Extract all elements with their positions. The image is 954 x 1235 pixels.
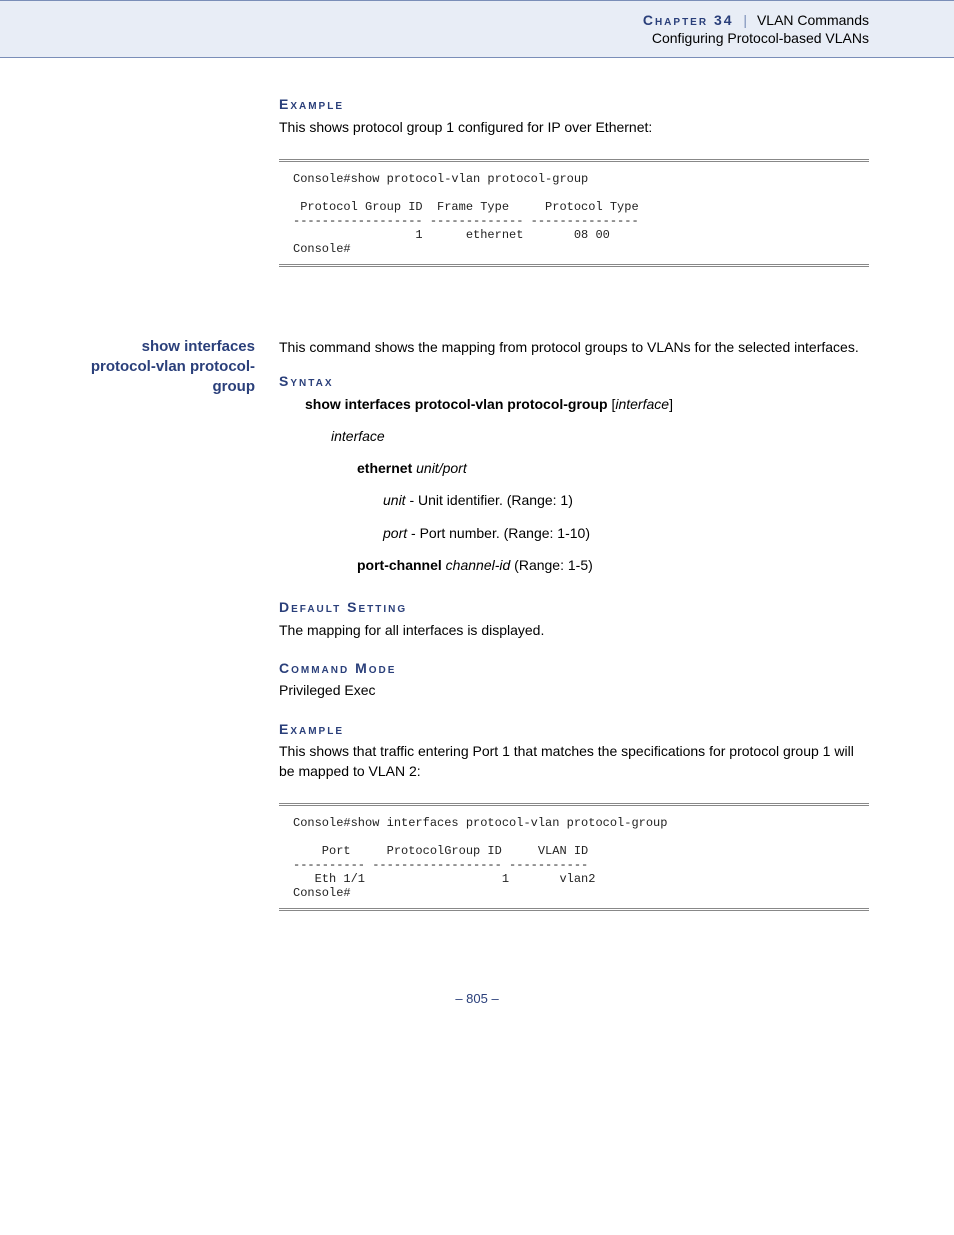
- syntax-pc-desc: (Range: 1-5): [510, 557, 592, 573]
- code-block: Console#show protocol-vlan protocol-grou…: [279, 159, 869, 267]
- command-mode-text: Privileged Exec: [279, 680, 869, 700]
- command-name: show interfaces protocol-vlan protocol-g…: [85, 337, 255, 799]
- command-description: This command shows the mapping from prot…: [279, 337, 869, 357]
- chapter-subtitle: Configuring Protocol-based VLANs: [0, 29, 869, 47]
- syntax-port-desc: - Port number. (Range: 1-10): [407, 525, 590, 541]
- code-block-2: Console#show interfaces protocol-vlan pr…: [279, 803, 869, 911]
- syntax-interface-arg: interface: [615, 396, 669, 412]
- syntax-ethernet: ethernet: [357, 460, 412, 476]
- syntax-unit-port: unit/port: [412, 460, 466, 476]
- syntax-port: port: [383, 525, 407, 541]
- default-setting-text: The mapping for all interfaces is displa…: [279, 620, 869, 640]
- syntax-unit-desc: - Unit identifier. (Range: 1): [406, 492, 573, 508]
- example2-heading: Example: [279, 719, 869, 739]
- default-setting-heading: Default Setting: [279, 597, 869, 617]
- syntax-block: show interfaces protocol-vlan protocol-g…: [279, 394, 869, 576]
- page-header: Chapter 34 | VLAN Commands Configuring P…: [0, 0, 954, 58]
- syntax-bracket-close: ]: [669, 396, 673, 412]
- page-number: – 805 –: [0, 981, 954, 1036]
- command-mode-heading: Command Mode: [279, 658, 869, 678]
- example-heading: Example: [279, 94, 869, 114]
- chapter-title: VLAN Commands: [757, 12, 869, 28]
- syntax-unit: unit: [383, 492, 406, 508]
- syntax-command: show interfaces protocol-vlan protocol-g…: [305, 396, 608, 412]
- example-text: This shows protocol group 1 configured f…: [279, 117, 869, 137]
- example2-text: This shows that traffic entering Port 1 …: [279, 741, 869, 782]
- syntax-interface-word: interface: [331, 426, 869, 446]
- syntax-port-channel: port-channel: [357, 557, 442, 573]
- syntax-heading: Syntax: [279, 371, 869, 391]
- chapter-label: Chapter 34: [643, 12, 734, 28]
- header-separator: |: [737, 12, 753, 28]
- syntax-channel-id: channel-id: [442, 557, 511, 573]
